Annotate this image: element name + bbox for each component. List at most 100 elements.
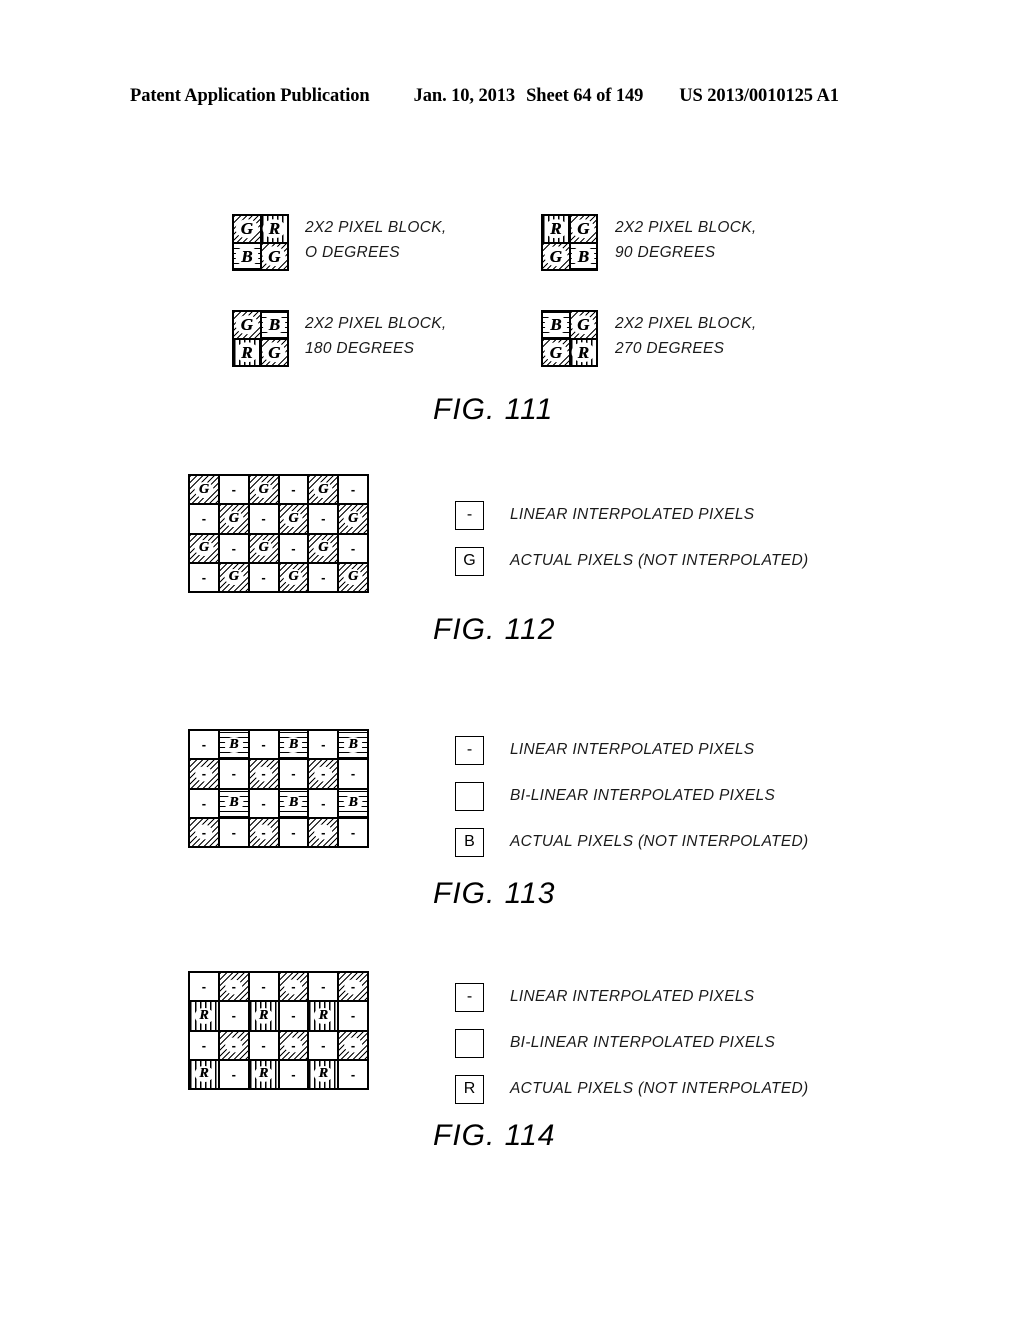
pixel-cell-glyph: G [258,540,269,556]
pixel-cell: G [218,504,249,534]
legend-row: - LINEAR INTERPOLATED PIXELS [455,727,808,773]
pixel-cell-glyph: R [199,1066,209,1082]
pixel-cell-dash: - [291,979,296,995]
pixel-cell: - [338,759,368,789]
pixel-cell: - [308,972,339,1002]
pixel-cell: - [278,533,309,563]
pixel-cell: - [218,972,249,1002]
pixel-cell: - [248,972,279,1002]
pixel-cell-glyph: B [268,315,280,335]
pixel-cell-dash: - [321,511,326,527]
pixel-cell-dash: - [291,1066,296,1082]
pixel-cell: G [542,242,570,270]
legend-label: BI-LINEAR INTERPOLATED PIXELS [510,787,776,804]
legend-label: LINEAR INTERPOLATED PIXELS [510,506,755,523]
pixel-cell-dash: - [350,1008,356,1024]
pixel-cell-glyph: G [268,342,281,362]
legend-label: BI-LINEAR INTERPOLATED PIXELS [510,1034,776,1051]
pixel-cell: G [338,562,368,592]
pixel-cell: G [189,475,219,505]
pixel-cell: G [308,533,339,563]
pixel-cell: - [218,759,249,789]
pixel-cell-glyph: G [198,481,209,497]
pixel-cell-glyph: G [577,219,590,239]
pixel-cell-glyph: B [288,736,299,752]
legend-row: R ACTUAL PIXELS (NOT INTERPOLATED) [455,1066,808,1112]
legend-label: ACTUAL PIXELS (NOT INTERPOLATED) [510,833,809,850]
pixel-cell-dash: - [350,824,356,840]
pixel-cell: B [260,311,288,339]
pixel-cell: - [189,817,219,847]
pixel-cell: G [189,533,219,563]
pixel-cell-dash: - [291,824,296,840]
pixel-block-90-degrees: RGGB [541,214,598,271]
pixel-cell: - [338,1059,368,1089]
pixel-cell-glyph: G [258,481,269,497]
legend-label: LINEAR INTERPOLATED PIXELS [510,988,755,1005]
pixel-cell: - [189,759,219,789]
pixel-cell: R [308,1001,339,1031]
legend-swatch [455,1028,484,1058]
pixel-cell-glyph: G [318,481,329,497]
pixel-cell-dash: - [350,1066,356,1082]
pixel-cell-dash: - [231,1037,236,1053]
pixel-cell: G [218,562,249,592]
pixel-cell: - [338,475,368,505]
pixel-cell: - [189,730,219,760]
legend-swatch-dash: - [466,741,473,758]
pixel-cell: - [278,1001,309,1031]
pixel-cell-dash: - [350,540,356,556]
pixel-cell: - [189,1030,219,1060]
pixel-cell: - [248,817,279,847]
pixel-cell-glyph: G [240,219,253,239]
pixel-cell-glyph: R [258,1007,269,1023]
pixel-cell-glyph: B [550,315,562,335]
pixel-cell-glyph: G [348,510,359,526]
legend-row: - LINEAR INTERPOLATED PIXELS [455,492,808,538]
pixel-cell: - [248,504,279,534]
pixel-cell: G [308,475,339,505]
pixel-cell-glyph: B [241,246,253,266]
legend-row: - LINEAR INTERPOLATED PIXELS [455,974,808,1020]
pixel-cell: G [542,338,570,366]
pixel-cell: G [278,562,309,592]
pixel-cell-glyph: G [240,315,253,335]
pixel-cell: - [248,788,279,818]
pixel-cell-glyph: G [288,569,299,585]
pixel-cell-glyph: G [549,342,562,362]
pixel-cell-dash: - [201,1037,207,1053]
pixel-cell-dash: - [261,1037,266,1053]
pixel-cell-dash: - [261,766,266,782]
pixel-cell-glyph: G [268,246,281,266]
pixel-cell-dash: - [231,482,236,498]
pixel-cell-dash: - [201,824,207,840]
pixel-block-180-degrees: GBRG [232,310,289,367]
pixel-cell-dash: - [201,737,207,753]
pixel-cell: B [542,311,570,339]
pixel-cell: - [189,788,219,818]
pixel-cell-dash: - [321,795,326,811]
pixel-cell: - [308,562,339,592]
pixel-cell-dash: - [350,766,356,782]
pixel-cell: - [308,759,339,789]
pixel-cell: G [569,215,597,243]
header-sheet-label: Sheet 64 of 149 [526,86,644,106]
pixel-cell-dash: - [201,979,207,995]
legend-row: B ACTUAL PIXELS (NOT INTERPOLATED) [455,819,808,865]
pixel-cell-glyph: R [318,1007,328,1023]
pixel-cell: B [569,242,597,270]
pixel-cell-dash: - [291,482,296,498]
legend-swatch-dash: - [466,506,473,523]
pixel-cell-dash: - [231,979,236,995]
pixel-cell: G [248,475,279,505]
pixel-cell-glyph: G [228,569,239,585]
header-date-label: Jan. 10, 2013 [413,86,516,106]
pixel-block-0-degrees: GRBG [232,214,289,271]
pixel-block-90-degrees-label: 2X2 PIXEL BLOCK, 90 DEGREES [615,219,757,261]
pixel-cell-glyph: R [258,1066,269,1082]
pixel-cell-glyph: G [348,569,359,585]
pixel-cell: G [260,242,288,270]
pixel-cell: R [189,1059,219,1089]
pixel-cell-glyph: B [348,795,358,811]
pixel-cell: G [233,215,261,243]
